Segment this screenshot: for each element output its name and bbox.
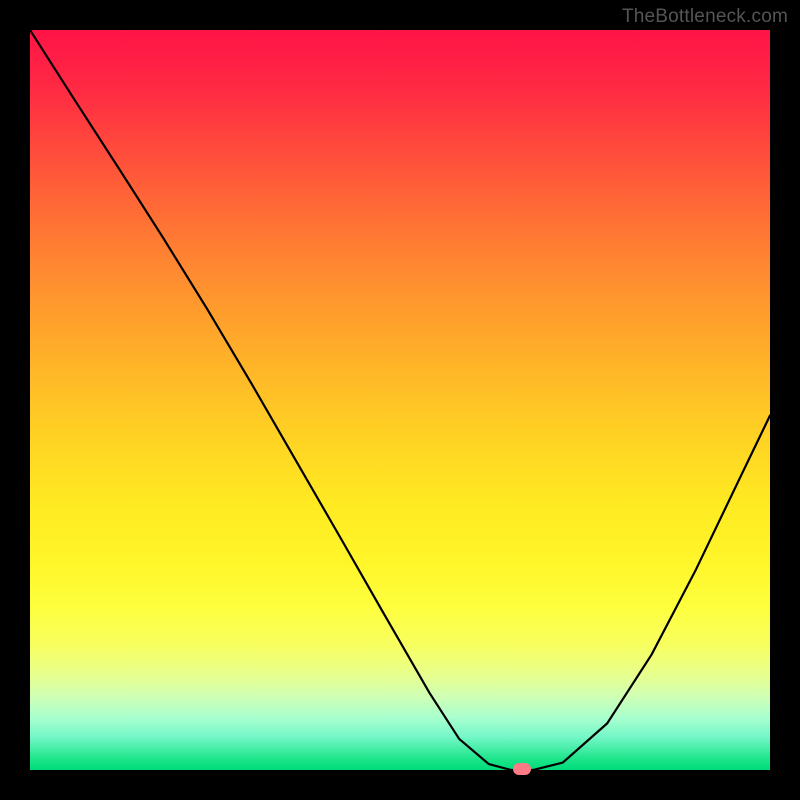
curve-svg: [30, 30, 770, 770]
plot-area: [30, 30, 770, 770]
bottleneck-curve: [30, 30, 770, 770]
watermark-text: TheBottleneck.com: [622, 6, 788, 28]
optimal-point-marker: [513, 763, 531, 775]
chart-container: TheBottleneck.com: [0, 0, 800, 800]
